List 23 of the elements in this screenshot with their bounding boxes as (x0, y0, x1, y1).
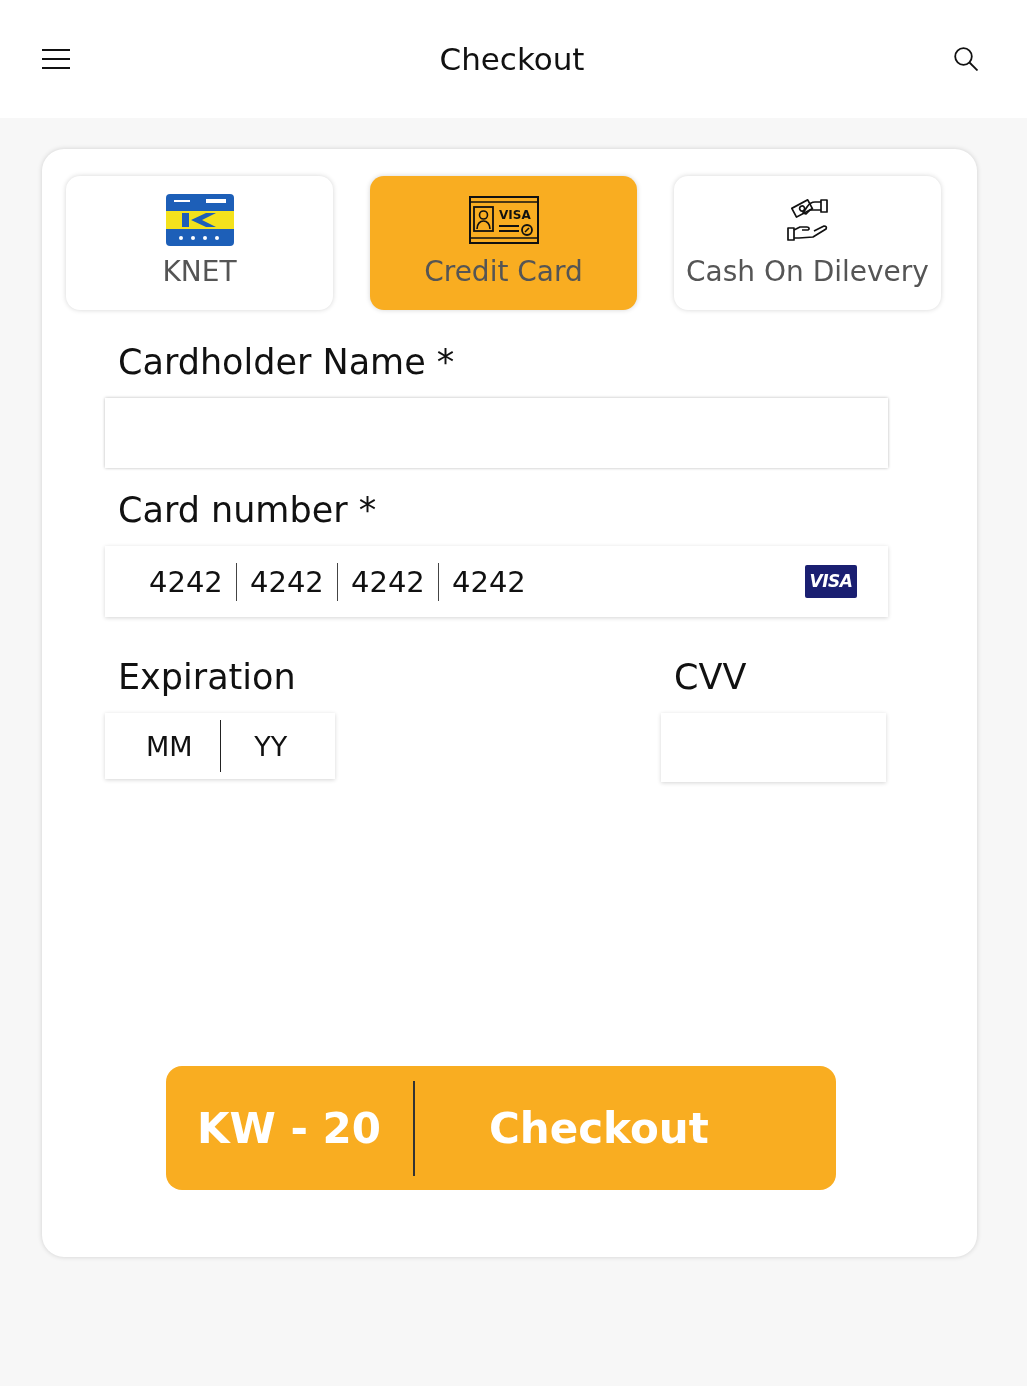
card-number-part-field[interactable]: 4242 (351, 564, 425, 599)
field-label: Cardholder Name * (118, 342, 455, 382)
payment-method-tab[interactable]: Cash On Dilevery (674, 176, 941, 310)
page-title: Checkout (439, 41, 585, 77)
month-field[interactable]: MM (137, 730, 202, 762)
cvv-field[interactable] (661, 713, 886, 782)
card-number-part-field[interactable]: 4242 (250, 564, 324, 599)
hand-cash-icon (785, 198, 830, 242)
payment-method-tab[interactable]: KNET (66, 176, 333, 310)
card-number-part-field[interactable]: 4242 (452, 564, 526, 599)
field-label: Expiration (118, 657, 296, 697)
text-field[interactable] (105, 398, 888, 468)
field-label: Card number * (118, 490, 377, 530)
logo-icon (165, 194, 234, 246)
payment-method-tab[interactable]: VISA Credit Card (370, 176, 637, 310)
search-icon[interactable] (954, 47, 978, 71)
card-number-part-field[interactable]: 4242 (149, 564, 223, 599)
id-card-icon: VISA (468, 196, 539, 244)
year-field[interactable]: YY (238, 730, 303, 762)
card-brand-badge: VISA (805, 565, 857, 598)
field-label: CVV (674, 657, 747, 697)
menu-icon[interactable] (42, 49, 70, 69)
price-label: KW - 20 (197, 1103, 381, 1153)
